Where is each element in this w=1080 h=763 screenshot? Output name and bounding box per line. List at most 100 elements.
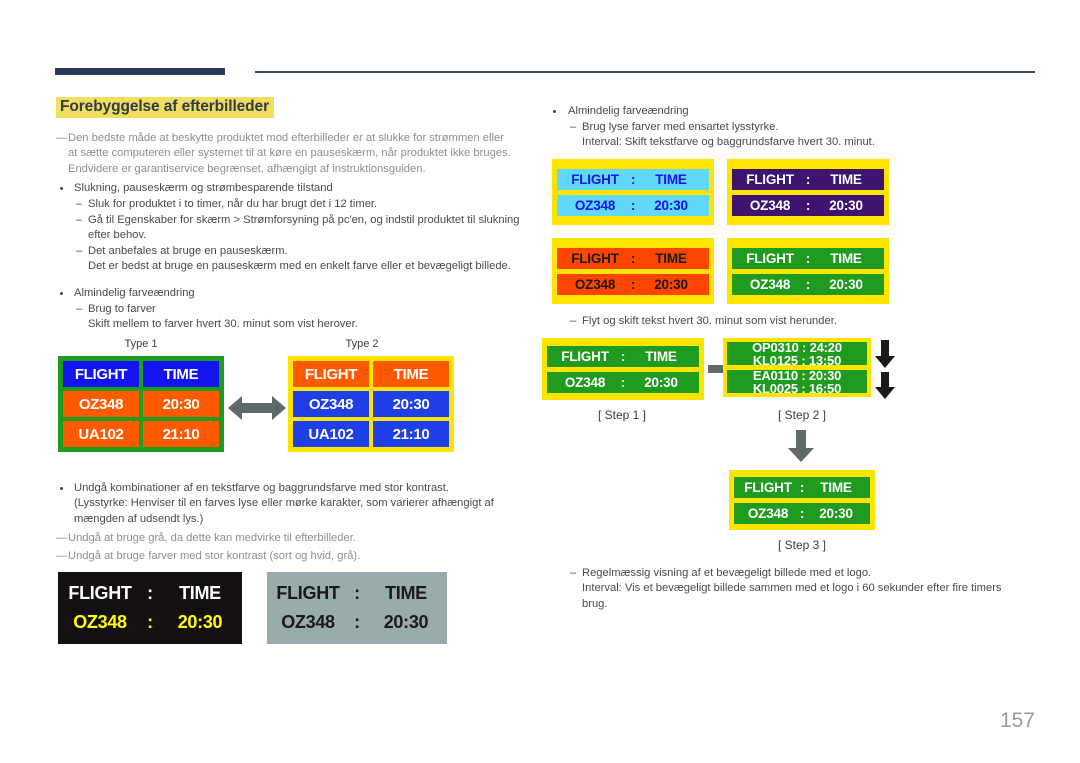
bullet1-item2-line-2: efter behov. [88, 229, 147, 242]
flight-board-cell: FLIGHT [63, 361, 139, 387]
move-note-text: Flyt og skift tekst hvert 30. minut som … [582, 315, 837, 327]
contrast-cell: : [354, 583, 360, 603]
flight-board-cell: 20:30 [143, 391, 219, 417]
right-bullet1-item1-line-2: Interval: Skift tekstfarve og baggrundsf… [582, 136, 875, 149]
color-panel-cell: TIME [655, 171, 687, 187]
bottom-note: Regelmæssig visning af et bevægeligt bil… [582, 566, 1032, 612]
flight-board-type2: FLIGHT TIME OZ348 20:30 UA102 21:10 [288, 356, 454, 452]
header-rule-line [255, 71, 1035, 73]
panel-purple: FLIGHT: TIME OZ348: 20:30 [727, 159, 889, 225]
header-accent-bar [55, 68, 225, 75]
scrolling-text-box: EA0110 : 20:30 KL0025 : 16:50 [727, 370, 867, 393]
step1-panel: FLIGHT: TIME OZ348: 20:30 [542, 338, 704, 400]
double-arrow-down-icon [873, 340, 897, 405]
step-panel-cell: : [620, 348, 626, 364]
double-arrow-horizontal-icon [228, 392, 286, 429]
step1-label: [ Step 1 ] [597, 408, 647, 422]
step-panel-cell: OZ348 [564, 374, 606, 390]
color-panel-cell: 20:30 [654, 197, 688, 213]
intro-paragraph: Den bedste måde at beskytte produktet mo… [68, 131, 538, 177]
intro-line-2: at sætte computeren eller systemet til a… [68, 147, 511, 160]
contrast-cell: TIME [179, 583, 221, 603]
move-note-dash: – [570, 315, 577, 327]
color-panel-cell: FLIGHT [746, 171, 794, 187]
flight-board-cell: TIME [373, 361, 449, 387]
step-panel-cell: OZ348 [747, 505, 789, 521]
step-panel-cell: : [799, 505, 805, 521]
bullet2-item1-line-2: Skift mellem to farver hvert 30. minut s… [88, 318, 358, 331]
step-panel-cell: 20:30 [644, 374, 678, 390]
color-panel-cell: : [630, 276, 636, 292]
contrast-cell: OZ348 [73, 612, 127, 632]
step-panel-cell: FLIGHT [561, 348, 609, 364]
color-panel-row: FLIGHT: TIME [557, 168, 709, 190]
bullet1-item1-dash: – [76, 198, 83, 210]
page-number: 157 [999, 709, 1035, 732]
note2-dash: — [56, 550, 68, 562]
panel-green: FLIGHT: TIME OZ348: 20:30 [727, 238, 889, 304]
color-panel-cell: : [805, 171, 811, 187]
contrast-example-row: OZ348: 20:30 [267, 612, 447, 633]
contrast-cell: : [147, 583, 153, 603]
right-bullet1-label: Almindelig farveændring [568, 105, 689, 117]
bullet-marker [60, 487, 64, 491]
color-panel-cell: 20:30 [654, 276, 688, 292]
color-panel-cell: OZ348 [749, 197, 791, 213]
step-panel-cell: TIME [820, 479, 852, 495]
note1-dash: — [56, 532, 68, 544]
color-panel-row: OZ348: 20:30 [732, 273, 884, 295]
flight-board-cell: 21:10 [373, 421, 449, 447]
color-panel-cell: : [805, 276, 811, 292]
bullet1-item2-line-1: Gå til Egenskaber for skærm > Strømforsy… [88, 214, 520, 226]
bullet2-item1-dash: – [76, 303, 83, 315]
color-panel-cell: : [805, 250, 811, 266]
bottom-note-line-3: brug. [582, 597, 608, 610]
note1-text: Undgå at bruge grå, da dette kan medvirk… [68, 532, 356, 544]
flight-board-cell: FLIGHT [293, 361, 369, 387]
flight-board-cell: 20:30 [373, 391, 449, 417]
bullet-marker [60, 292, 64, 296]
contrast-cell: 20:30 [177, 612, 223, 632]
panel-light-blue: FLIGHT: TIME OZ348: 20:30 [552, 159, 714, 225]
type2-label: Type 2 [345, 338, 379, 350]
panel-orange: FLIGHT: TIME OZ348: 20:30 [552, 238, 714, 304]
color-panel-cell: TIME [830, 171, 862, 187]
color-panel-cell: FLIGHT [746, 250, 794, 266]
flight-board-cell: 21:10 [143, 421, 219, 447]
flight-board-cell: OZ348 [293, 391, 369, 417]
step-panel-row: OZ348: 20:30 [547, 371, 699, 393]
color-panel-cell: : [805, 197, 811, 213]
color-panel-row: OZ348: 20:30 [732, 194, 884, 216]
step2-label: [ Step 2 ] [777, 408, 827, 422]
color-panel-cell: FLIGHT [571, 171, 619, 187]
arrow-down-icon [788, 430, 814, 467]
step-panel-cell: TIME [645, 348, 677, 364]
contrast-example-row: OZ348: 20:30 [58, 612, 242, 633]
contrast-cell: TIME [385, 583, 427, 603]
color-panel-cell: : [630, 197, 636, 213]
bullet1-item3-line-1: Det anbefales at bruge en pauseskærm. [88, 245, 288, 257]
color-panel-cell: TIME [655, 250, 687, 266]
bullet3-label: Undgå kombinationer af en tekstfarve og … [74, 482, 449, 494]
bullet3-line-2: mængden af udsendt lys.) [74, 512, 204, 525]
black-background-example: FLIGHT: TIME OZ348: 20:30 [58, 572, 242, 644]
bullet3-line-1: (Lysstyrke: Henviser til en farves lyse … [74, 497, 494, 510]
step-panel-row: FLIGHT: TIME [547, 345, 699, 367]
type1-label: Type 1 [124, 338, 158, 350]
bottom-note-dash: – [570, 567, 577, 579]
flight-board-type1: FLIGHT TIME OZ348 20:30 UA102 21:10 [58, 356, 224, 452]
color-panel-row: FLIGHT: TIME [557, 247, 709, 269]
flight-board-cell: OZ348 [63, 391, 139, 417]
gray-background-example: FLIGHT: TIME OZ348: 20:30 [267, 572, 447, 644]
color-panel-cell: : [630, 171, 636, 187]
bullet1-label: Slukning, pauseskærm og strømbesparende … [74, 182, 333, 194]
bullet1-item3-dash: – [76, 245, 83, 257]
color-panel-row: FLIGHT: TIME [732, 168, 884, 190]
flight-board-cell: UA102 [293, 421, 369, 447]
flight-board-cell: TIME [143, 361, 219, 387]
color-panel-row: OZ348: 20:30 [557, 273, 709, 295]
step3-label: [ Step 3 ] [777, 538, 827, 552]
bullet2-label: Almindelig farveændring [74, 287, 195, 299]
color-panel-cell: 20:30 [829, 197, 863, 213]
step-panel-cell: 20:30 [819, 505, 853, 521]
